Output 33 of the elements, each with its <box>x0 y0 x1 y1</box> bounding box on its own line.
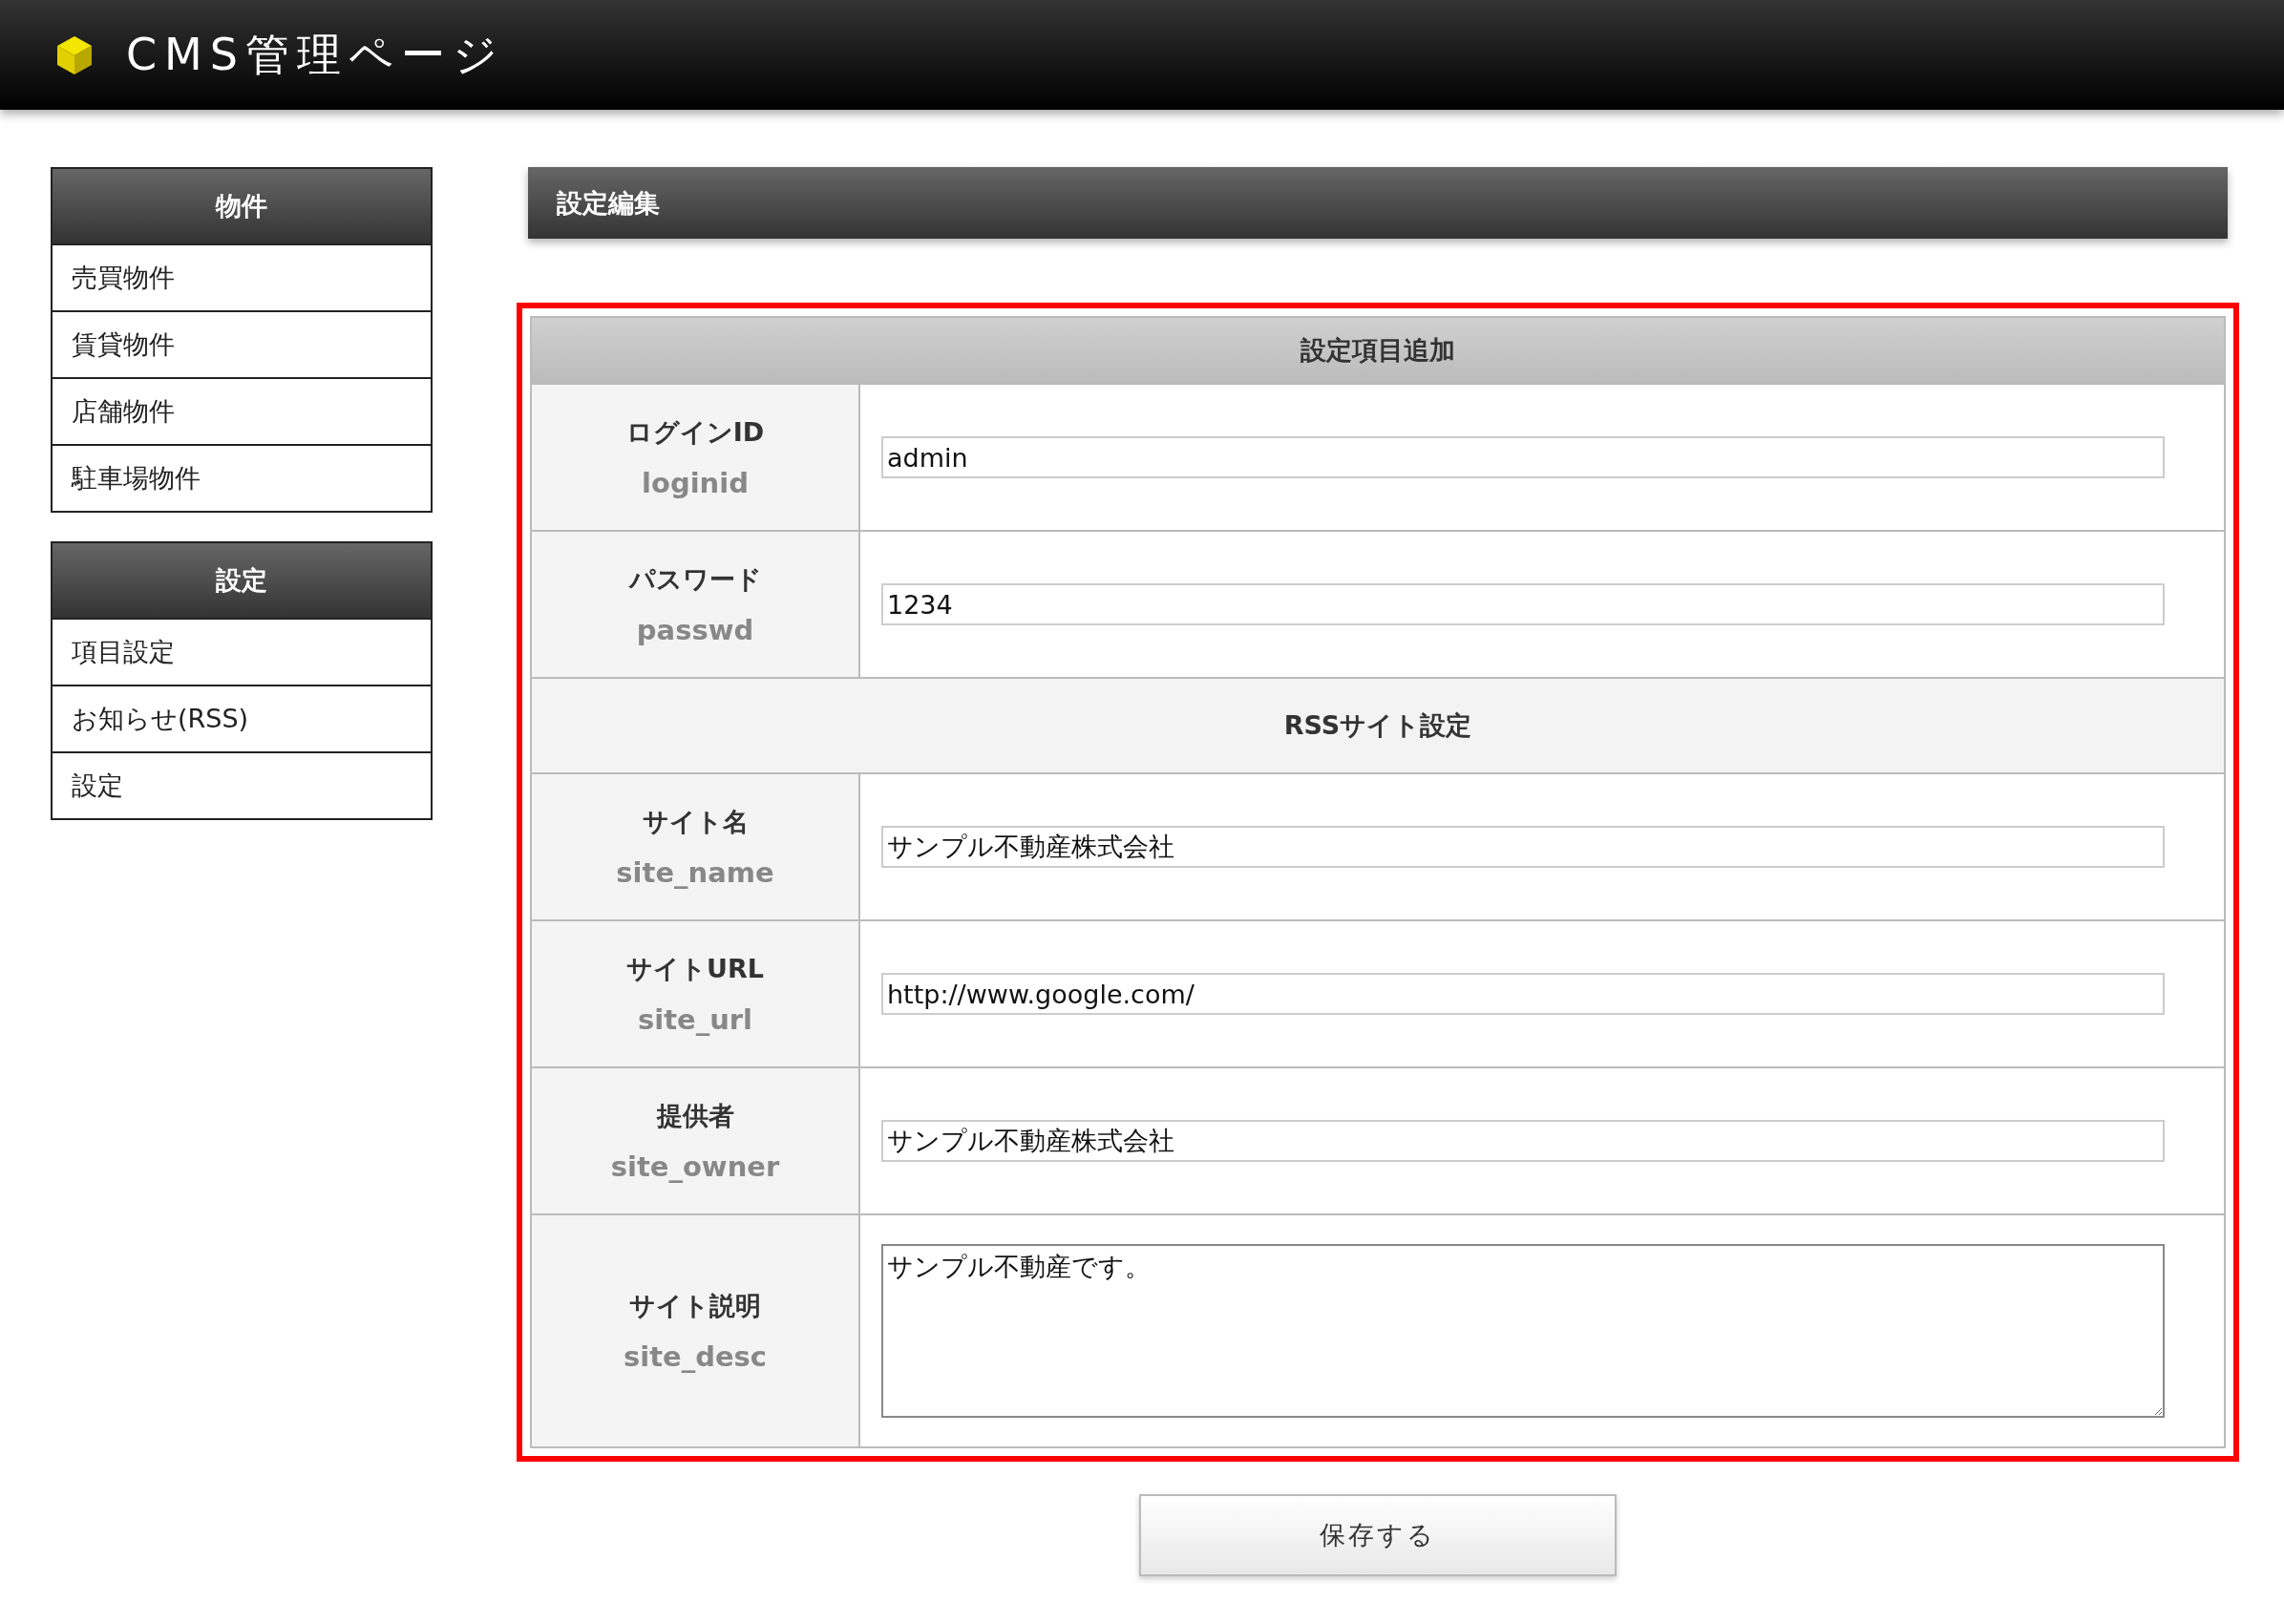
field-label: サイト名 <box>642 806 749 838</box>
sidebar-item[interactable]: 店舗物件 <box>53 377 431 444</box>
sidebar-item[interactable]: 項目設定 <box>53 618 431 685</box>
input-field[interactable]: サンプル不動産株式会社 <box>881 1120 2165 1162</box>
sidebar-item[interactable]: 駐車場物件 <box>53 444 431 511</box>
input-field[interactable]: admin <box>881 436 2165 478</box>
sidebar-item[interactable]: お知らせ(RSS) <box>53 685 431 751</box>
field-key: site_desc <box>623 1340 768 1373</box>
field-key: site_name <box>616 856 774 889</box>
site-title: CMS管理ページ <box>126 27 505 82</box>
input-field[interactable]: http://www.google.com/ <box>881 973 2165 1015</box>
text-area[interactable]: サンプル不動産です。 <box>881 1244 2165 1418</box>
field-label: 提供者 <box>656 1100 734 1132</box>
sidebar-heading: 設定 <box>53 543 431 618</box>
sidebar-heading: 物件 <box>53 169 431 243</box>
section-heading: RSSサイト設定 <box>531 678 2225 773</box>
cube-icon <box>55 33 94 76</box>
field-key: site_url <box>637 1003 753 1036</box>
page-title-bar: 設定編集 <box>528 167 2228 239</box>
field-label: ログインID <box>625 416 765 449</box>
field-key: passwd <box>636 614 754 646</box>
field-label: パスワード <box>628 563 762 596</box>
input-field[interactable]: サンプル不動産株式会社 <box>881 826 2165 868</box>
table-caption: 設定項目追加 <box>531 317 2225 384</box>
input-field[interactable]: 1234 <box>881 583 2165 625</box>
sidebar-item[interactable]: 売買物件 <box>53 243 431 310</box>
field-key: site_owner <box>610 1150 780 1183</box>
sidebar-item[interactable]: 設定 <box>53 751 431 818</box>
field-key: loginid <box>642 467 749 499</box>
sidebar-item[interactable]: 賃貸物件 <box>53 310 431 377</box>
field-label: サイトURL <box>626 953 764 985</box>
field-label: サイト説明 <box>629 1290 761 1322</box>
save-button[interactable]: 保存する <box>1139 1494 1617 1576</box>
